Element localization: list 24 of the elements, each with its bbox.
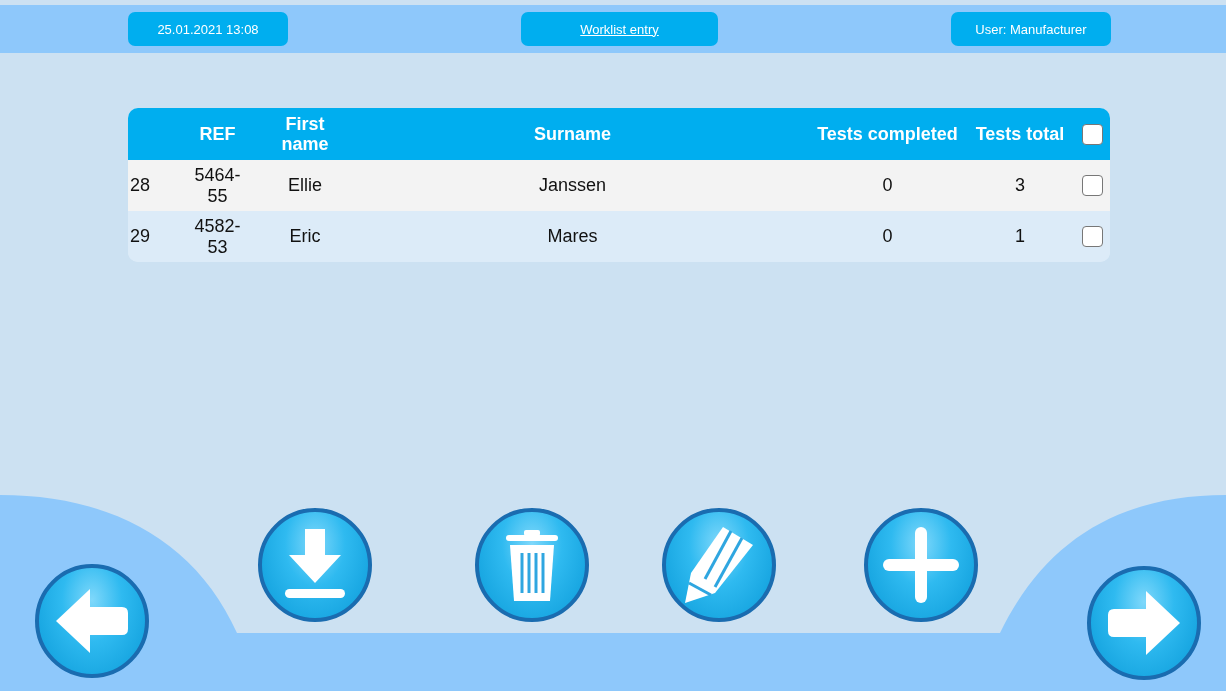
column-header: REF <box>198 124 237 144</box>
row-checkbox[interactable] <box>1082 175 1103 196</box>
select-all-checkbox[interactable] <box>1082 123 1103 145</box>
plus-icon <box>881 525 961 605</box>
row-checkbox[interactable] <box>1082 226 1103 247</box>
date-time: 25.01.2021 13:08 <box>128 12 288 46</box>
table-cell-text: 5464-55 <box>193 164 242 207</box>
table-cell-text: 29 <box>129 226 151 247</box>
table-cell: Eric <box>289 226 321 247</box>
column-header: Tests total <box>974 124 1066 144</box>
user-label: User: Manufacturer <box>951 12 1111 46</box>
column-header: First name <box>280 114 330 154</box>
column-header: Surname <box>533 124 612 144</box>
table-cell-text: 28 <box>129 175 151 196</box>
table-cell: 1 <box>1015 226 1025 247</box>
table-cell: Janssen <box>538 175 606 196</box>
table-cell: 0 <box>882 226 893 247</box>
table-cell: Ellie <box>288 175 322 196</box>
table-row[interactable]: 28 5464-55 Ellie Janssen 0 3 <box>128 160 1110 211</box>
column-header: Tests completed <box>816 124 959 144</box>
table-cell: Mares <box>547 226 598 247</box>
table-cell: 3 <box>1015 175 1025 196</box>
table-cell: 0 <box>882 175 893 196</box>
table-cell-text: 4582-53 <box>193 215 242 258</box>
